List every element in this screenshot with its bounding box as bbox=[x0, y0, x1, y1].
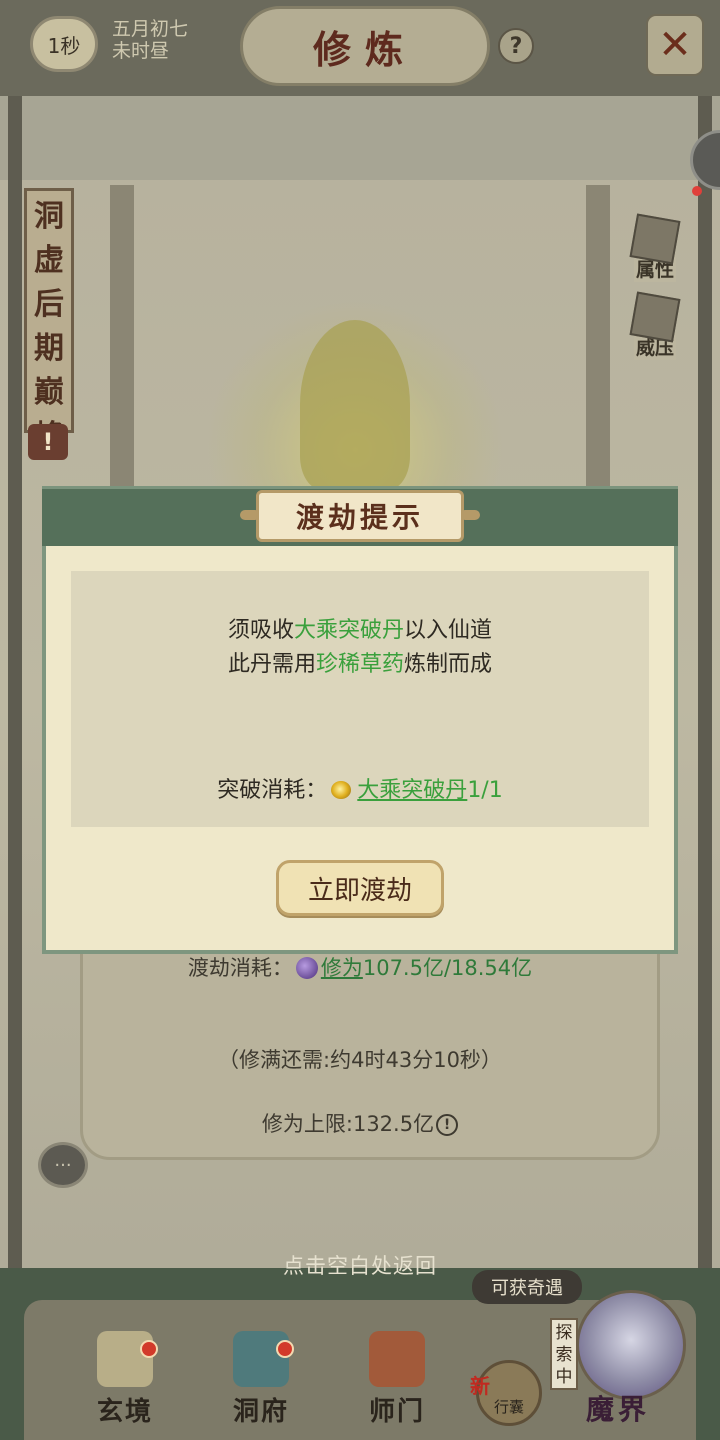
help-button[interactable]: ? bbox=[498, 28, 534, 64]
tribulation-cost-line: 渡劫消耗： 修为107.5亿/18.54亿 bbox=[0, 952, 720, 982]
lunar-clock: 五月初七 未时昼 bbox=[112, 18, 188, 62]
page-title: 修炼 bbox=[240, 6, 490, 86]
timer-badge: 1秒 bbox=[30, 16, 98, 72]
scroll-icon bbox=[97, 1331, 153, 1387]
tribulation-cost-label: 渡劫消耗： bbox=[187, 956, 293, 980]
bag-label: 行囊 bbox=[493, 1398, 524, 1416]
confirm-tribulation-button[interactable]: 立即渡劫 bbox=[276, 860, 444, 916]
message-line-1: 须吸收大乘突破丹以入仙道 bbox=[71, 612, 649, 644]
nav-dongfu[interactable]: 洞府 bbox=[216, 1328, 306, 1428]
cultivation-cap: 修为上限:132.5亿 bbox=[261, 1112, 435, 1136]
chat-button[interactable]: ··· bbox=[38, 1142, 88, 1188]
breakthrough-cost-line: 突破消耗： 大乘突破丹1/1 bbox=[71, 772, 649, 804]
close-button[interactable]: ✕ bbox=[646, 14, 704, 76]
pill-icon bbox=[331, 781, 352, 799]
cultivation-amount: 107.5亿/18.54亿 bbox=[362, 956, 533, 980]
cost-label: 突破消耗： bbox=[217, 778, 328, 803]
nav-xuanjing-label: 玄境 bbox=[96, 1397, 153, 1427]
nav-xuanjing-badge bbox=[140, 1340, 158, 1358]
lunar-time: 未时昼 bbox=[112, 40, 170, 62]
cost-amount: 1/1 bbox=[467, 778, 503, 803]
meditating-figure bbox=[300, 320, 410, 490]
demon-realm-label: 魔界 bbox=[586, 1393, 651, 1426]
line1-suffix: 以入仙道 bbox=[404, 618, 493, 643]
exploring-tag: 探索中 bbox=[550, 1318, 578, 1390]
line1-prefix: 须吸收 bbox=[227, 618, 294, 643]
banner-icon bbox=[369, 1331, 425, 1387]
sword-icon bbox=[629, 291, 681, 343]
nav-shimen[interactable]: 师门 bbox=[352, 1328, 442, 1428]
nav-dongfu-label: 洞府 bbox=[232, 1397, 289, 1427]
message-line-2: 此丹需用珍稀草药炼制而成 bbox=[71, 646, 649, 678]
cultivation-link[interactable]: 修为 bbox=[321, 956, 363, 980]
remaining-time: （修满还需:约4时43分10秒） bbox=[218, 1048, 502, 1072]
demon-realm-button[interactable] bbox=[576, 1290, 686, 1400]
line2-prefix: 此丹需用 bbox=[227, 652, 316, 677]
line2-highlight: 珍稀草药 bbox=[315, 652, 404, 677]
tap-to-return-hint[interactable]: 点击空白处返回 bbox=[0, 1250, 720, 1280]
line1-highlight: 大乘突破丹 bbox=[293, 618, 404, 643]
notification-dot bbox=[692, 186, 702, 196]
encounter-tag: 可获奇遇 bbox=[472, 1270, 582, 1304]
nav-shimen-label: 师门 bbox=[368, 1397, 425, 1427]
chat-icon: ··· bbox=[54, 1154, 72, 1176]
modal-title: 渡劫提示 bbox=[256, 490, 464, 542]
new-badge: 新 bbox=[470, 1374, 490, 1398]
line2-suffix: 炼制而成 bbox=[404, 652, 493, 677]
scroll-icon bbox=[629, 213, 681, 265]
nav-dongfu-badge bbox=[276, 1340, 294, 1358]
pressure-button[interactable]: 威压 bbox=[624, 290, 686, 360]
lunar-date: 五月初七 bbox=[112, 18, 189, 40]
nav-xuanjing[interactable]: 玄境 bbox=[80, 1328, 170, 1428]
cultivation-orb-icon bbox=[295, 957, 318, 979]
pavilion-icon bbox=[233, 1331, 289, 1387]
cost-item-link[interactable]: 大乘突破丹 bbox=[357, 778, 467, 803]
realm-warning-icon[interactable]: ! bbox=[28, 424, 68, 460]
frame-right bbox=[698, 90, 712, 1270]
frame-left bbox=[8, 90, 22, 1270]
cultivation-cap-line: 修为上限:132.5亿! bbox=[0, 1108, 720, 1138]
info-icon[interactable]: ! bbox=[436, 1114, 459, 1136]
realm-banner[interactable]: 洞虚后期巅峰 bbox=[24, 188, 74, 454]
attributes-button[interactable]: 属性 bbox=[624, 212, 686, 282]
